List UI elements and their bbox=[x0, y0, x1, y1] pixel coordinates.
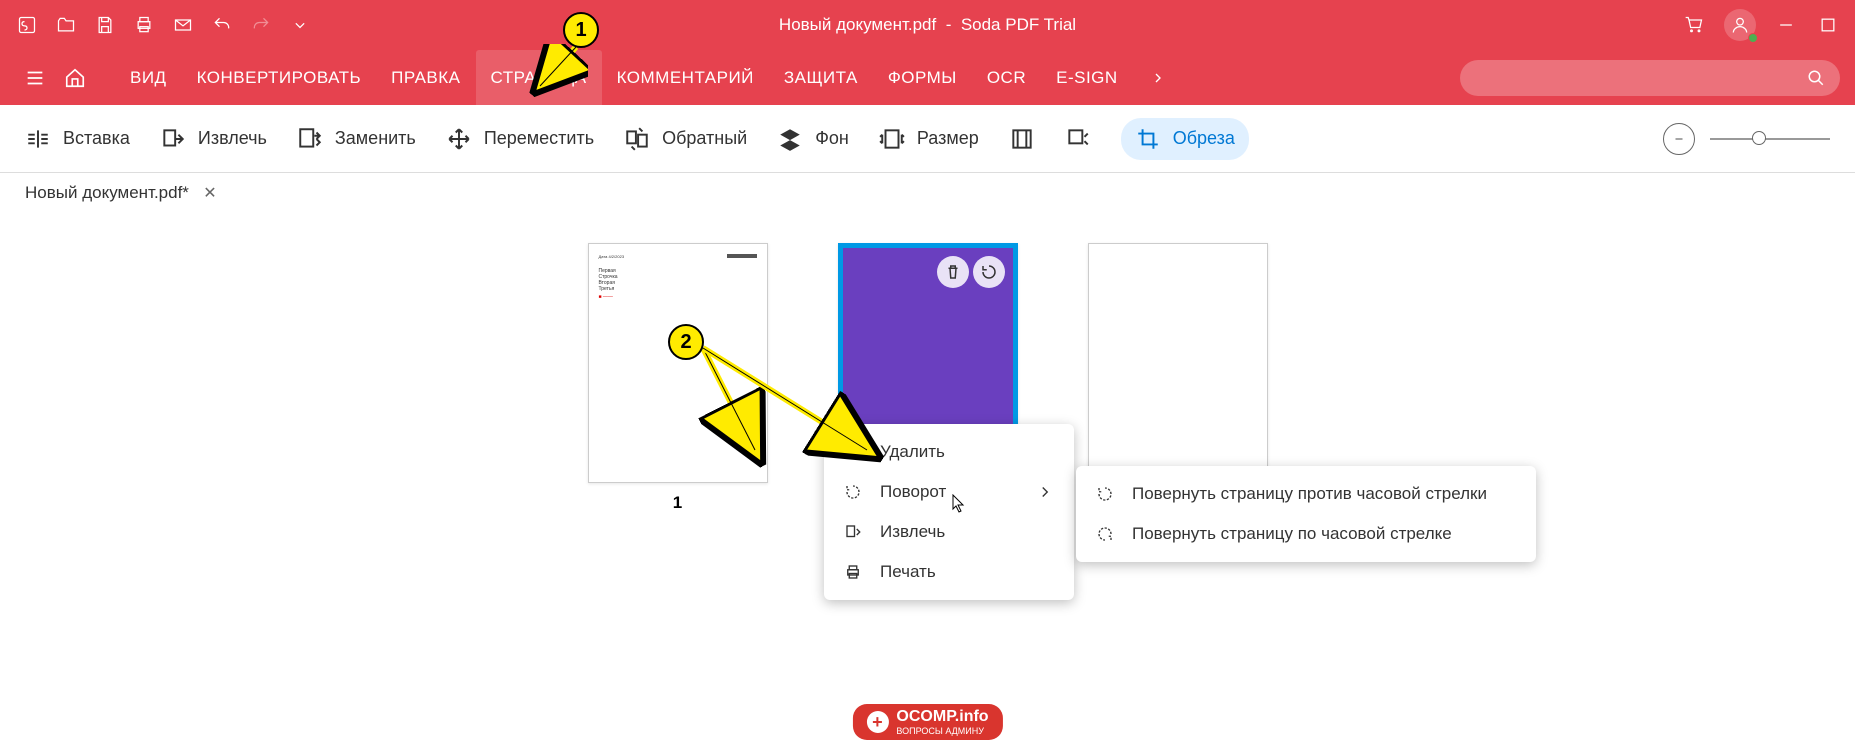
extract-icon bbox=[844, 523, 862, 541]
tool-background[interactable]: Фон bbox=[777, 126, 849, 152]
page-delete-icon[interactable] bbox=[937, 256, 969, 288]
save-icon[interactable] bbox=[93, 13, 117, 37]
ctx-print[interactable]: Печать bbox=[824, 552, 1074, 592]
app-logo-icon[interactable] bbox=[15, 13, 39, 37]
tool-size[interactable]: Размер bbox=[879, 126, 979, 152]
titlebar-right bbox=[1682, 9, 1840, 41]
mouse-cursor bbox=[952, 494, 966, 514]
menu-comment[interactable]: КОММЕНТАРИЙ bbox=[602, 50, 769, 106]
context-menu: Удалить Поворот Извлечь Печать bbox=[824, 424, 1074, 600]
home-icon[interactable] bbox=[55, 58, 95, 98]
rotate-submenu: Повернуть страницу против часовой стрелк… bbox=[1076, 466, 1536, 562]
trash-icon bbox=[844, 443, 862, 461]
rotate-ccw-icon bbox=[1096, 485, 1114, 503]
minimize-icon[interactable] bbox=[1774, 13, 1798, 37]
titlebar: Новый документ.pdf - Soda PDF Trial bbox=[0, 0, 1855, 50]
page-thumb-3[interactable] bbox=[1088, 243, 1268, 683]
sub-rotate-cw[interactable]: Повернуть страницу по часовой стрелке bbox=[1076, 514, 1536, 554]
page-rotate-icon[interactable] bbox=[973, 256, 1005, 288]
tabbar: Новый документ.pdf* ✕ bbox=[0, 173, 1855, 213]
document-tab[interactable]: Новый документ.pdf* ✕ bbox=[15, 177, 229, 209]
menu-esign[interactable]: E-SIGN bbox=[1041, 50, 1133, 106]
rotate-cw-icon bbox=[1096, 525, 1114, 543]
ctx-extract[interactable]: Извлечь bbox=[824, 512, 1074, 552]
print-icon bbox=[844, 563, 862, 581]
maximize-icon[interactable] bbox=[1816, 13, 1840, 37]
open-icon[interactable] bbox=[54, 13, 78, 37]
menubar: ВИД КОНВЕРТИРОВАТЬ ПРАВКА СТРАНИЦА КОММЕ… bbox=[0, 50, 1855, 105]
menu-protect[interactable]: ЗАЩИТА bbox=[769, 50, 873, 106]
menu-edit[interactable]: ПРАВКА bbox=[376, 50, 475, 106]
rotate-icon bbox=[844, 483, 862, 501]
search-input[interactable] bbox=[1460, 60, 1840, 96]
quick-access-toolbar bbox=[15, 13, 312, 37]
ctx-rotate[interactable]: Поворот bbox=[824, 472, 1074, 512]
chevron-right-icon bbox=[1036, 483, 1054, 501]
menu-forms[interactable]: ФОРМЫ bbox=[873, 50, 972, 106]
callout-2: 2 bbox=[668, 324, 704, 360]
page-toolbar: Вставка Извлечь Заменить Переместить Обр… bbox=[0, 105, 1855, 173]
sub-rotate-ccw[interactable]: Повернуть страницу против часовой стрелк… bbox=[1076, 474, 1536, 514]
cart-icon[interactable] bbox=[1682, 13, 1706, 37]
tab-close-icon[interactable]: ✕ bbox=[201, 184, 219, 202]
account-icon[interactable] bbox=[1724, 9, 1756, 41]
menu-more-icon[interactable] bbox=[1143, 70, 1173, 86]
tab-label: Новый документ.pdf* bbox=[25, 183, 189, 203]
tool-replace[interactable]: Заменить bbox=[297, 126, 416, 152]
menu-page[interactable]: СТРАНИЦА bbox=[476, 50, 602, 106]
plus-icon: + bbox=[866, 711, 888, 733]
page-thumb-1[interactable]: Дата 4/2/2023 ПерваяСтрочкаВтораяТретья … bbox=[588, 243, 768, 683]
search-icon bbox=[1807, 69, 1825, 87]
tool-reverse[interactable]: Обратный bbox=[624, 126, 747, 152]
ctx-delete[interactable]: Удалить bbox=[824, 432, 1074, 472]
tool-crop[interactable]: Обреза bbox=[1121, 118, 1249, 160]
watermark: + OСOMP.infoВОПРОСЫ АДМИНУ bbox=[852, 704, 1002, 740]
main-menu: ВИД КОНВЕРТИРОВАТЬ ПРАВКА СТРАНИЦА КОММЕ… bbox=[115, 50, 1133, 106]
zoom-thumb[interactable] bbox=[1752, 131, 1766, 145]
page-number: 1 bbox=[673, 493, 682, 513]
tool-extract[interactable]: Извлечь bbox=[160, 126, 267, 152]
menu-view[interactable]: ВИД bbox=[115, 50, 182, 106]
redo-icon[interactable] bbox=[249, 13, 273, 37]
menu-convert[interactable]: КОНВЕРТИРОВАТЬ bbox=[182, 50, 377, 106]
zoom-out-button[interactable] bbox=[1663, 123, 1695, 155]
callout-1: 1 bbox=[563, 12, 599, 48]
undo-icon[interactable] bbox=[210, 13, 234, 37]
mail-icon[interactable] bbox=[171, 13, 195, 37]
window-title: Новый документ.pdf - Soda PDF Trial bbox=[779, 15, 1076, 35]
menu-ocr[interactable]: OCR bbox=[972, 50, 1041, 106]
tool-move[interactable]: Переместить bbox=[446, 126, 594, 152]
zoom-control bbox=[1663, 123, 1830, 155]
print-icon[interactable] bbox=[132, 13, 156, 37]
dropdown-icon[interactable] bbox=[288, 13, 312, 37]
zoom-slider[interactable] bbox=[1710, 138, 1830, 140]
hamburger-icon[interactable] bbox=[15, 58, 55, 98]
tool-watermark[interactable] bbox=[1065, 126, 1091, 152]
tool-insert[interactable]: Вставка bbox=[25, 126, 130, 152]
tool-margins[interactable] bbox=[1009, 126, 1035, 152]
